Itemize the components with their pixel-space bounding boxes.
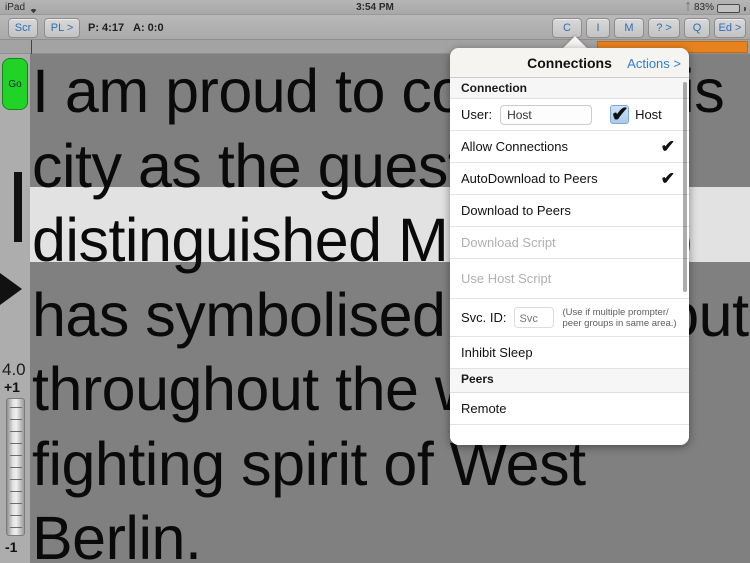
battery-cap-icon [744, 6, 746, 11]
scale-max-label: +1 [4, 379, 20, 395]
svc-id-hint-line1: (Use if multiple prompter/ [562, 306, 669, 318]
slider-tick [10, 419, 22, 420]
svc-id-input[interactable] [513, 307, 554, 328]
markers-button[interactable]: M [614, 18, 644, 38]
slider-tick [10, 527, 22, 528]
user-input[interactable] [500, 104, 593, 125]
slider-tick [10, 455, 22, 456]
inhibit-sleep-row[interactable]: Inhibit Sleep [450, 337, 689, 369]
left-control-rail: Go 4.0 +1 -1 [0, 54, 30, 563]
battery-percent-label: 83% [693, 2, 714, 13]
slider-tick [10, 479, 22, 480]
download-to-peers-row[interactable]: Download to Peers [450, 195, 689, 227]
popover-scrollbar[interactable] [683, 82, 687, 292]
user-row: User: Host [450, 99, 689, 131]
download-script-label: Download Script [461, 235, 556, 250]
position-label: P: 4:17 [88, 22, 125, 34]
autodownload-to-peers-label: AutoDownload to Peers [461, 171, 598, 186]
use-host-script-label: Use Host Script [461, 271, 552, 286]
slider-tick [10, 407, 22, 408]
autodownload-to-peers-row[interactable]: AutoDownload to Peers ✔ [450, 163, 689, 195]
svc-id-row: Svc. ID: (Use if multiple prompter/ peer… [450, 299, 689, 337]
download-to-peers-label: Download to Peers [461, 203, 571, 218]
playlist-button[interactable]: PL > [44, 18, 80, 38]
progress-marker-tick [31, 40, 32, 54]
prompter-app-screen: iPad 3:54 PM ᛏ 83% Scr PL > P: 4:17 A: 0… [0, 0, 750, 563]
allow-connections-label: Allow Connections [461, 139, 568, 154]
slider-tick [10, 503, 22, 504]
remote-row[interactable]: Remote [450, 393, 689, 425]
speed-slider[interactable] [6, 398, 25, 536]
advance-label: A: 0:0 [133, 22, 164, 34]
section-header-connection: Connection [450, 78, 689, 99]
scale-min-label: -1 [5, 539, 18, 555]
battery-icon [717, 4, 740, 13]
connections-button[interactable]: C [552, 18, 582, 38]
popover-header: Connections Actions > [450, 48, 689, 78]
slider-tick [10, 491, 22, 492]
user-label: User: [461, 107, 493, 122]
status-bar-right: ᛏ 83% [685, 0, 746, 15]
connections-popover: Connections Actions > Connection User: H… [450, 48, 689, 445]
host-checkbox-label: Host [635, 107, 662, 122]
download-script-row: Download Script [450, 227, 689, 259]
checkmark-icon: ✔ [660, 169, 675, 188]
inhibit-sleep-label: Inhibit Sleep [461, 345, 533, 360]
script-line: Berlin. [32, 504, 202, 563]
slider-tick [10, 443, 22, 444]
slider-tick [10, 515, 22, 516]
info-button[interactable]: I [586, 18, 610, 38]
remote-label: Remote [461, 401, 507, 416]
host-checkbox[interactable] [610, 102, 630, 127]
quit-button[interactable]: Q [684, 18, 710, 38]
svc-id-hint-line2: peer groups in same area.) [562, 317, 677, 329]
scr-button[interactable]: Scr [8, 18, 38, 38]
speed-value-label: 4.0 [2, 360, 26, 379]
use-host-script-row: Use Host Script [450, 259, 689, 299]
allow-connections-row[interactable]: Allow Connections ✔ [450, 131, 689, 163]
go-button[interactable]: Go [2, 58, 28, 110]
actions-button[interactable]: Actions > [627, 56, 681, 71]
status-bar-time: 3:54 PM [356, 2, 394, 13]
slider-tick [10, 467, 22, 468]
rail-dark-indicator [14, 172, 22, 242]
section-header-peers: Peers [450, 369, 689, 393]
empty-peer-row [450, 425, 689, 445]
main-toolbar: Scr PL > P: 4:17 A: 0:0 C I M ? > Q Ed > [0, 15, 750, 40]
slider-tick [10, 431, 22, 432]
edit-button[interactable]: Ed > [714, 18, 746, 38]
svc-id-label: Svc. ID: [461, 310, 507, 325]
play-cue-arrow-icon [0, 273, 22, 305]
ios-status-bar: iPad 3:54 PM ᛏ 83% [0, 0, 750, 15]
checkmark-icon: ✔ [660, 137, 675, 156]
bluetooth-icon: ᛏ [684, 2, 691, 13]
help-button[interactable]: ? > [648, 18, 680, 38]
svc-id-hint: (Use if multiple prompter/ peer groups i… [563, 307, 677, 329]
